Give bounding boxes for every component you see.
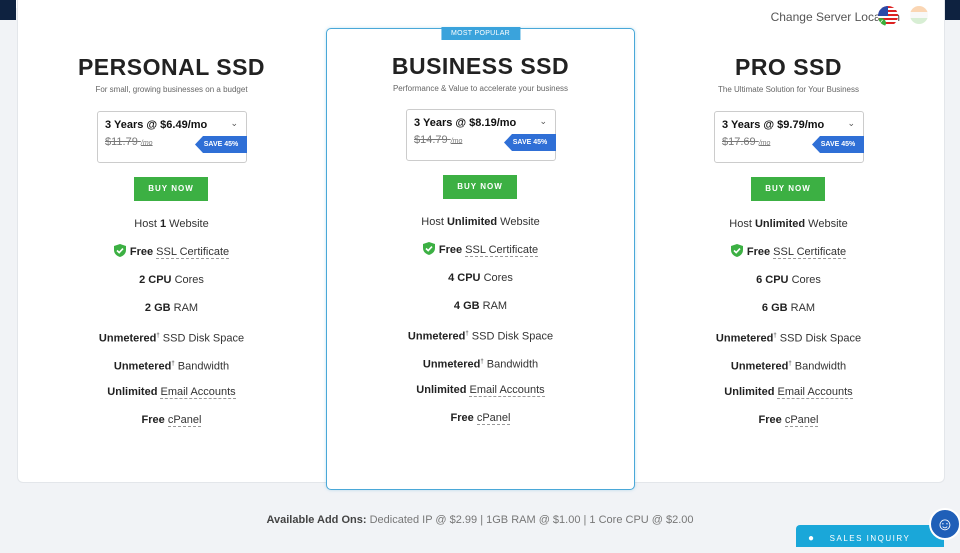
selected-term: 3 Years @ $8.19/mo	[414, 117, 517, 129]
plan-title: PERSONAL SSD	[77, 54, 266, 80]
us-flag-icon[interactable]: ✓	[878, 6, 898, 26]
feature-bandwidth: Unmetered† Bandwidth	[730, 360, 847, 373]
old-price: $17.69 /mo	[722, 136, 771, 148]
plan-card-personal: PERSONAL SSD For small, growing business…	[17, 40, 326, 460]
shield-check-icon	[113, 244, 126, 257]
save-badge: SAVE 45%	[812, 136, 864, 153]
chevron-down-icon: ⌄	[847, 118, 855, 128]
plan-subtitle: For small, growing businesses on a budge…	[95, 85, 248, 94]
feature-disk: Unmetered† SSD Disk Space	[407, 330, 554, 343]
feature-list: Host 1 Website Free SSL Certificate 2 CP…	[17, 210, 326, 434]
feature-email: Unlimited Email Accounts	[416, 384, 545, 397]
nav-edge-left	[0, 0, 16, 20]
save-badge: SAVE 45%	[195, 136, 247, 153]
buy-now-button[interactable]: BUY NOW	[134, 177, 208, 201]
feature-disk: Unmetered† SSD Disk Space	[715, 332, 862, 345]
feature-ram: 2 GB RAM	[144, 302, 199, 314]
feature-list: Host Unlimited Website Free SSL Certific…	[634, 210, 943, 434]
selected-term: 3 Years @ $6.49/mo	[105, 119, 208, 131]
feature-list: Host Unlimited Website Free SSL Certific…	[327, 208, 634, 432]
feature-cpu: 4 CPU Cores	[448, 272, 513, 284]
plan-subtitle: Performance & Value to accelerate your b…	[392, 84, 569, 93]
feature-ram: 6 GB RAM	[761, 302, 816, 314]
plan-title: BUSINESS SSD	[391, 53, 570, 79]
india-flag-icon[interactable]	[910, 6, 928, 24]
chat-bubble-icon: ●	[808, 533, 816, 544]
nav-edge-right	[944, 0, 960, 20]
addons-label: Available Add Ons:	[266, 514, 367, 526]
feature-cpu: 6 CPU Cores	[756, 274, 821, 286]
most-popular-badge: MOST POPULAR	[440, 27, 521, 40]
check-icon: ✓	[878, 18, 886, 26]
term-select[interactable]: 3 Years @ $9.79/mo ⌄ $17.69 /mo SAVE 45%	[714, 111, 864, 163]
plan-card-pro: PRO SSD The Ultimate Solution for Your B…	[634, 40, 943, 460]
feature-ssl: Free SSL Certificate	[634, 238, 943, 266]
shield-check-icon	[730, 244, 743, 257]
old-price: $11.79 /mo	[105, 136, 153, 148]
feature-cpu: 2 CPU Cores	[139, 274, 204, 286]
feature-email: Unlimited Email Accounts	[724, 386, 853, 399]
feature-email: Unlimited Email Accounts	[107, 386, 236, 399]
selected-term: 3 Years @ $9.79/mo	[722, 119, 825, 131]
plan-subtitle: The Ultimate Solution for Your Business	[718, 85, 859, 94]
sales-inquiry-button[interactable]: ● SALES INQUIRY	[796, 525, 944, 547]
feature-ssl: Free SSL Certificate	[327, 236, 634, 264]
feature-host: Host Unlimited Website	[421, 216, 540, 228]
feature-host: Host Unlimited Website	[729, 218, 848, 230]
plan-title: PRO SSD	[734, 54, 843, 80]
feature-ssl: Free SSL Certificate	[17, 238, 326, 266]
plan-card-business: MOST POPULAR BUSINESS SSD Performance & …	[326, 27, 635, 490]
sales-inquiry-label: SALES INQUIRY	[829, 534, 911, 543]
feature-disk: Unmetered† SSD Disk Space	[98, 332, 245, 345]
buy-now-button[interactable]: BUY NOW	[443, 175, 517, 199]
shield-check-icon	[422, 242, 435, 255]
feature-cpanel: Free cPanel	[141, 414, 202, 427]
old-price: $14.79 /mo	[414, 134, 463, 146]
feature-ram: 4 GB RAM	[453, 300, 508, 312]
term-select[interactable]: 3 Years @ $8.19/mo ⌄ $14.79 /mo SAVE 45%	[406, 109, 556, 161]
feature-bandwidth: Unmetered† Bandwidth	[422, 358, 539, 371]
feature-cpanel: Free cPanel	[758, 414, 819, 427]
addons-text: Dedicated IP @ $2.99 | 1GB RAM @ $1.00 |…	[369, 514, 694, 526]
accessibility-icon[interactable]: ☺	[929, 508, 960, 540]
term-select[interactable]: 3 Years @ $6.49/mo ⌄ $11.79 /mo SAVE 45%	[97, 111, 247, 163]
feature-cpanel: Free cPanel	[450, 412, 511, 425]
feature-bandwidth: Unmetered† Bandwidth	[113, 360, 230, 373]
chevron-down-icon: ⌄	[539, 116, 547, 126]
save-badge: SAVE 45%	[504, 134, 556, 151]
chevron-down-icon: ⌄	[230, 118, 238, 128]
buy-now-button[interactable]: BUY NOW	[751, 177, 825, 201]
feature-host: Host 1 Website	[134, 218, 209, 230]
